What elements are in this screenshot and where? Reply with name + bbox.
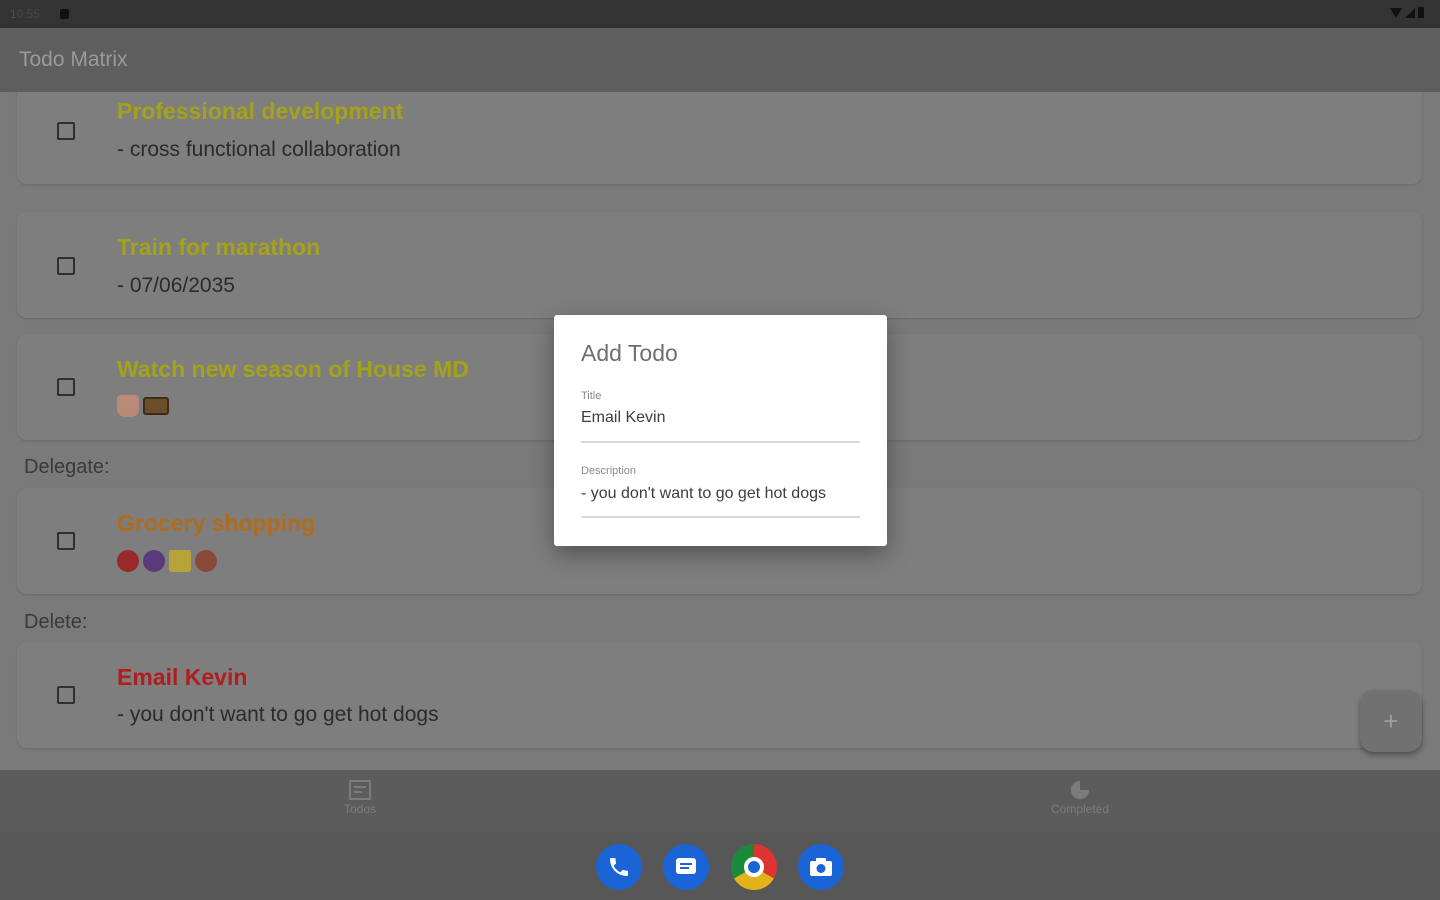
todo-description: - you don't want to go get hot dogs: [117, 703, 439, 726]
dialog-title: Add Todo: [581, 340, 678, 366]
cheese-icon: [169, 550, 191, 572]
app-bar: Todo Matrix: [0, 28, 1440, 92]
status-time: 10:55: [10, 7, 41, 21]
battery-icon: [1418, 7, 1424, 18]
film-icon: [143, 397, 169, 415]
todo-emoji-row: [117, 395, 169, 417]
wifi-icon: [1390, 7, 1402, 18]
todo-card[interactable]: Email Kevin - you don't want to go get h…: [17, 642, 1422, 748]
todo-description: - 07/06/2035: [117, 274, 235, 297]
todo-card[interactable]: Professional development - cross functio…: [17, 92, 1422, 184]
strawberry-icon: [117, 550, 139, 572]
todo-title: Email Kevin: [117, 664, 248, 690]
signal-icon: [1405, 7, 1415, 18]
todo-checkbox[interactable]: [57, 122, 75, 140]
system-dock: [0, 832, 1440, 900]
status-icons: [1390, 7, 1424, 18]
todo-checkbox[interactable]: [57, 257, 75, 275]
status-bar: 10:55: [0, 0, 1440, 28]
chrome-center: [744, 857, 764, 877]
title-field-underline: [581, 441, 860, 443]
title-field[interactable]: Email Kevin: [581, 409, 665, 427]
plus-icon: +: [1383, 705, 1399, 736]
phone-glyph: [610, 858, 628, 876]
nav-item-completed[interactable]: Completed: [980, 780, 1180, 816]
app-title: Todo Matrix: [19, 48, 128, 71]
todo-title: Watch new season of House MD: [117, 356, 469, 382]
camera-icon[interactable]: [798, 844, 844, 890]
camera-glyph: [810, 858, 832, 876]
nav-item-todos[interactable]: Todos: [260, 780, 460, 816]
meat-icon: [195, 550, 217, 572]
todo-emoji-row: [117, 550, 217, 572]
chrome-icon[interactable]: [731, 844, 777, 890]
bottom-navigation: Todos Completed: [0, 770, 1440, 832]
nav-label-todos: Todos: [343, 802, 377, 816]
todo-title: Professional development: [117, 98, 404, 124]
todo-checkbox[interactable]: [57, 686, 75, 704]
todo-list-icon: [349, 780, 371, 800]
description-field-underline: [581, 516, 860, 518]
messages-glyph: [676, 858, 696, 874]
pie-chart-icon: [1070, 780, 1090, 800]
notification-icon: [60, 9, 69, 19]
todo-checkbox[interactable]: [57, 532, 75, 550]
description-field-label: Description: [581, 465, 637, 477]
todo-checkbox[interactable]: [57, 378, 75, 396]
todo-title: Grocery shopping: [117, 510, 316, 536]
messages-icon[interactable]: [663, 844, 709, 890]
popcorn-icon: [117, 395, 139, 417]
todo-card[interactable]: Train for marathon - 07/06/2035: [17, 212, 1422, 318]
add-todo-button[interactable]: +: [1360, 690, 1422, 752]
add-todo-dialog: Add Todo Title Email Kevin Description -…: [554, 315, 887, 546]
grapes-icon: [143, 550, 165, 572]
phone-icon[interactable]: [596, 844, 642, 890]
title-field-label: Title: [581, 390, 602, 402]
nav-label-completed: Completed: [1050, 802, 1110, 816]
todo-description: - cross functional collaboration: [117, 138, 401, 161]
description-field[interactable]: - you don't want to go get hot dogs: [581, 485, 826, 503]
section-label-delete: Delete:: [24, 611, 88, 633]
todo-title: Train for marathon: [117, 234, 321, 260]
section-label-delegate: Delegate:: [24, 456, 110, 478]
